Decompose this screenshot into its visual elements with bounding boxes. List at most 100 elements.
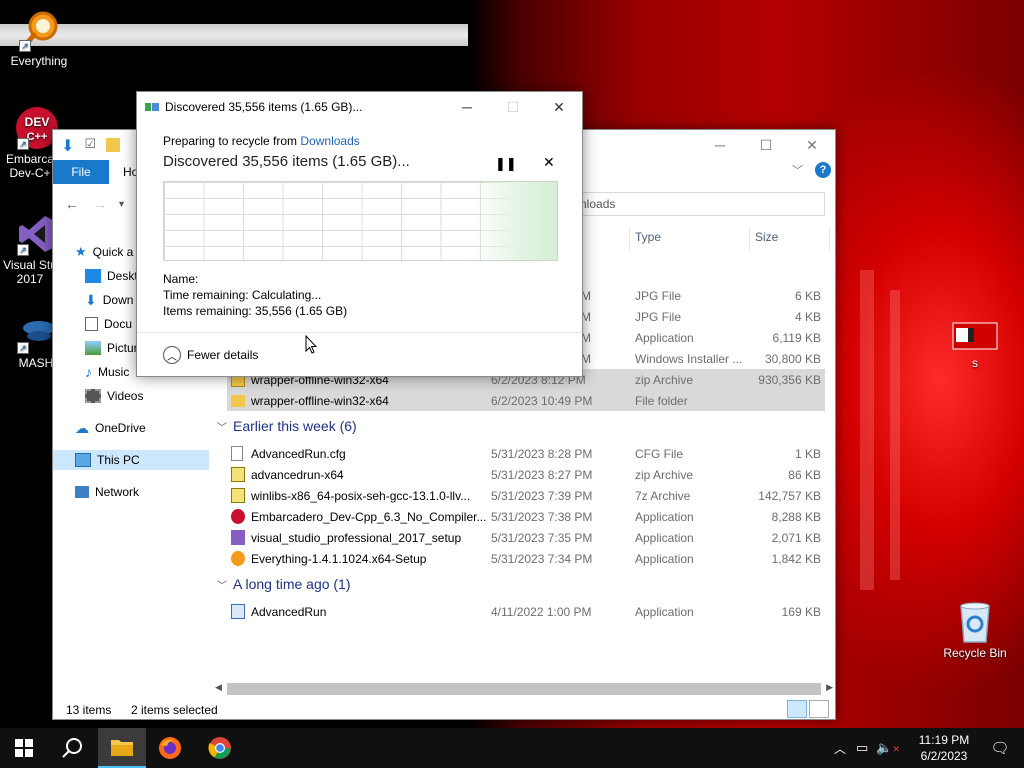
properties-icon[interactable]: ☑: [84, 136, 96, 156]
folder-icon: [231, 395, 245, 407]
application-icon: [231, 604, 245, 619]
taskbar-firefox[interactable]: [146, 728, 194, 768]
minimize-button[interactable]: ─: [697, 130, 743, 160]
taskbar: ︿ ▭ 🔈✕ 11:19 PM 6/2/2023 🗨: [0, 728, 1024, 768]
desktop-icon-label: Visual Stu 2017: [3, 258, 57, 286]
desktop-icon-recycle-bin[interactable]: Recycle Bin: [936, 600, 1014, 660]
forward-arrow-icon[interactable]: →: [93, 196, 107, 212]
cancel-icon[interactable]: ✕: [543, 154, 555, 171]
sidebar-item-videos[interactable]: Videos: [85, 386, 221, 406]
address-box[interactable]: nloads: [573, 192, 825, 216]
cloud-icon: ☁: [75, 419, 89, 436]
folder-icon[interactable]: [106, 138, 121, 152]
desktop-icon-s[interactable]: s: [938, 322, 1012, 370]
sidebar-item-network[interactable]: Network: [75, 482, 211, 502]
recycle-progress-dialog: Discovered 35,556 items (1.65 GB)... ─ ☐…: [136, 91, 583, 377]
star-icon: ★: [75, 244, 87, 259]
view-toggle: [787, 700, 829, 718]
file-date: 5/31/2023 8:28 PM: [491, 447, 593, 461]
file-date: 4/11/2022 1:00 PM: [491, 605, 592, 619]
ribbon-right-controls: ﹀ ?: [792, 162, 831, 178]
chevron-up-icon[interactable]: ︿: [834, 740, 846, 757]
cfg-file-icon: [231, 446, 243, 461]
group-label: A long time ago (1): [233, 576, 351, 592]
scroll-right-arrow-icon[interactable]: ▶: [826, 682, 833, 693]
minimize-button[interactable]: ─: [444, 92, 490, 122]
taskbar-file-explorer[interactable]: [98, 728, 146, 768]
folder-icon: [111, 740, 133, 756]
chrome-icon: [208, 737, 231, 759]
shortcut-arrow-icon: ↗: [17, 244, 29, 256]
file-type: zip Archive: [635, 373, 694, 387]
table-row[interactable]: AdvancedRun 4/11/2022 1:00 PM Applicatio…: [227, 601, 825, 622]
details-view-icon[interactable]: [787, 700, 807, 718]
fewer-details-button[interactable]: ︿ Fewer details: [163, 346, 258, 364]
items-remaining: Items remaining: 35,556 (1.65 GB): [163, 304, 348, 318]
system-tray: ︿ ▭ 🔈✕ 11:19 PM 6/2/2023 🗨: [834, 728, 1024, 768]
desktop-icon-label: Embarca Dev-C+: [5, 152, 55, 180]
shortcut-arrow-icon: ↗: [17, 342, 29, 354]
clock[interactable]: 11:19 PM 6/2/2023: [912, 732, 976, 764]
table-row[interactable]: AdvancedRun.cfg 5/31/2023 8:28 PM CFG Fi…: [227, 443, 825, 464]
maximize-button[interactable]: ☐: [743, 130, 789, 160]
firefox-icon: [159, 737, 181, 759]
desktop-icon: [85, 269, 101, 283]
column-divider[interactable]: [629, 228, 630, 250]
table-row[interactable]: winlibs-x86_64-posix-seh-gcc-13.1.0-llv.…: [227, 485, 825, 506]
taskbar-chrome[interactable]: [196, 728, 244, 768]
network-icon[interactable]: ▭: [856, 740, 868, 756]
group-header-earlier-this-week[interactable]: ﹀ Earlier this week (6): [217, 418, 357, 434]
desktop-icon-label: Recycle Bin: [943, 646, 1007, 660]
sidebar-item-this-pc[interactable]: This PC: [53, 450, 209, 470]
sidebar-item-onedrive[interactable]: ☁ OneDrive: [75, 418, 211, 438]
name-label: Name:: [163, 272, 199, 286]
large-icons-view-icon[interactable]: [809, 700, 829, 718]
video-icon: [85, 389, 101, 403]
file-type: zip Archive: [635, 468, 694, 482]
chevron-down-icon: ﹀: [217, 422, 227, 434]
file-name: Embarcadero_Dev-Cpp_6.3_No_Compiler...: [251, 510, 487, 524]
file-name: advancedrun-x64: [251, 468, 344, 482]
table-row[interactable]: advancedrun-x64 5/31/2023 8:27 PM zip Ar…: [227, 464, 825, 485]
close-button[interactable]: ✕: [789, 130, 835, 160]
clock-date: 6/2/2023: [920, 749, 968, 763]
sidebar-item-label: Videos: [107, 389, 144, 403]
table-row[interactable]: Everything-1.4.1.1024.x64-Setup 5/31/202…: [227, 548, 825, 569]
scrollbar-thumb[interactable]: [227, 683, 821, 695]
sidebar-item-label: Deskt: [107, 269, 138, 283]
desktop-icon-everything[interactable]: ↗ Everything: [2, 8, 76, 68]
download-arrow-icon[interactable]: ⬇: [61, 136, 74, 156]
search-button[interactable]: [48, 728, 96, 768]
column-header-size[interactable]: Size: [755, 230, 778, 244]
column-divider[interactable]: [829, 228, 830, 250]
dialog-title: Discovered 35,556 items (1.65 GB)...: [165, 100, 363, 114]
pause-icon[interactable]: ❚❚: [495, 156, 517, 172]
scroll-left-arrow-icon[interactable]: ◀: [215, 682, 222, 693]
close-button[interactable]: ✕: [536, 92, 582, 122]
preparing-prefix: Preparing to recycle from: [163, 134, 301, 148]
start-button[interactable]: [0, 728, 48, 768]
recent-locations-icon[interactable]: ▾: [119, 199, 124, 210]
table-row[interactable]: visual_studio_professional_2017_setup 5/…: [227, 527, 825, 548]
chevron-down-icon[interactable]: ﹀: [792, 162, 803, 178]
group-header-long-time-ago[interactable]: ﹀ A long time ago (1): [217, 576, 351, 592]
horizontal-scrollbar[interactable]: ◀ ▶: [215, 682, 833, 696]
table-row[interactable]: Embarcadero_Dev-Cpp_6.3_No_Compiler... 5…: [227, 506, 825, 527]
preparing-text: Preparing to recycle from Downloads: [163, 134, 360, 148]
column-divider[interactable]: [749, 228, 750, 250]
tab-file[interactable]: File: [53, 160, 109, 184]
maximize-button[interactable]: ☐: [490, 92, 536, 122]
group-label: Earlier this week (6): [233, 418, 357, 434]
back-arrow-icon[interactable]: ←: [65, 196, 79, 212]
file-date: 6/2/2023 10:49 PM: [491, 394, 593, 408]
computer-icon: [75, 453, 91, 467]
table-row[interactable]: wrapper-offline-win32-x64 6/2/2023 10:49…: [227, 390, 825, 411]
file-size: 6 KB: [794, 289, 821, 303]
explorer-window-controls: ─ ☐ ✕: [697, 130, 835, 160]
column-header-type[interactable]: Type: [635, 230, 661, 244]
notifications-icon[interactable]: 🗨: [976, 739, 1024, 757]
downloads-link[interactable]: Downloads: [300, 134, 359, 148]
zip-archive-icon: [231, 467, 245, 482]
help-icon[interactable]: ?: [815, 162, 831, 178]
volume-muted-icon[interactable]: 🔈✕: [876, 740, 900, 756]
